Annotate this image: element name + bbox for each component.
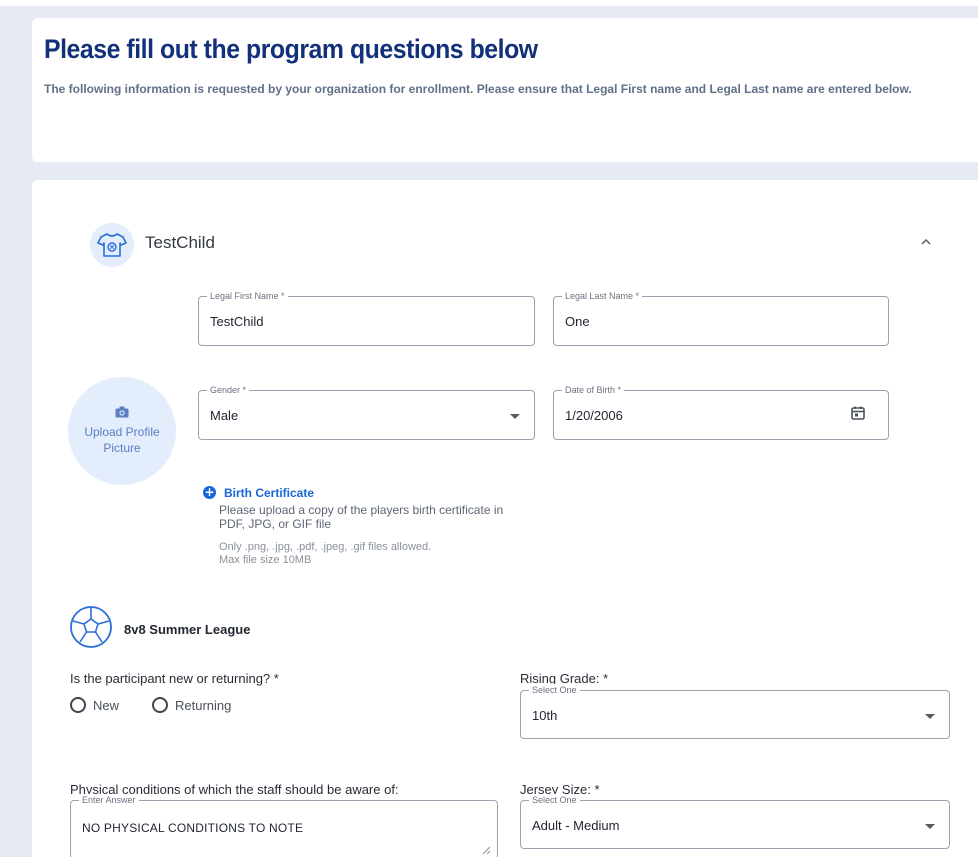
- legal-last-name-field[interactable]: Legal Last Name * One: [553, 290, 889, 346]
- child-name: TestChild: [145, 233, 215, 252]
- radio-returning-label: Returning: [175, 697, 232, 713]
- allowed-file-types: Only .png, .jpg, .pdf, .jpeg, .gif files…: [219, 541, 432, 553]
- calendar-icon[interactable]: [850, 405, 866, 421]
- legal-first-name-label: Legal First Name *: [207, 290, 288, 302]
- gender-label: Gender *: [207, 384, 250, 396]
- rising-grade-sublabel: Select One: [529, 684, 580, 696]
- jersey-size-sublabel: Select One: [529, 794, 580, 806]
- upload-profile-picture-button[interactable]: Upload Profile Picture: [68, 377, 176, 485]
- legal-first-name-value: TestChild: [210, 314, 264, 329]
- required-mark: *: [603, 671, 609, 686]
- physical-conditions-value: NO PHYSICAL CONDITIONS TO NOTE: [82, 821, 304, 835]
- chevron-up-icon[interactable]: [918, 234, 934, 250]
- rising-grade-select[interactable]: Select One 10th: [520, 684, 950, 739]
- add-birth-certificate-icon[interactable]: +: [203, 486, 216, 499]
- new-returning-label: Is the participant new or returning?: [70, 671, 271, 686]
- dropdown-arrow-icon: [925, 714, 935, 719]
- dropdown-arrow-icon: [510, 414, 520, 419]
- gender-select[interactable]: Gender * Male: [198, 384, 535, 440]
- radio-returning[interactable]: Returning: [152, 697, 231, 713]
- top-strip: [0, 0, 978, 6]
- required-mark: *: [273, 671, 279, 686]
- date-of-birth-field[interactable]: Date of Birth * 1/20/2006: [553, 384, 889, 440]
- jersey-size-value: Adult - Medium: [532, 818, 620, 833]
- gender-value: Male: [210, 408, 239, 423]
- soccer-ball-icon: [70, 606, 112, 648]
- page-description: The following information is requested b…: [44, 82, 912, 96]
- page-title: Please fill out the program questions be…: [44, 34, 538, 64]
- birth-certificate-description: Please upload a copy of the players birt…: [219, 503, 504, 531]
- required-mark: *: [594, 782, 600, 797]
- physical-conditions-sublabel: Enter Answer: [79, 794, 139, 806]
- radio-returning-circle[interactable]: [152, 697, 168, 713]
- program-title: 8v8 Summer League: [124, 622, 251, 637]
- jersey-size-select[interactable]: Select One Adult - Medium: [520, 794, 950, 849]
- birth-certificate-link[interactable]: Birth Certificate: [224, 486, 314, 500]
- legal-last-name-label: Legal Last Name *: [562, 290, 643, 302]
- camera-icon: [115, 406, 129, 418]
- dropdown-arrow-icon: [925, 824, 935, 829]
- birth-certificate-file-note: Only .png, .jpg, .pdf, .jpeg, .gif files…: [219, 541, 519, 567]
- physical-conditions-textarea[interactable]: Enter Answer NO PHYSICAL CONDITIONS TO N…: [70, 794, 498, 857]
- legal-first-name-field[interactable]: Legal First Name * TestChild: [198, 290, 535, 346]
- child-avatar: [90, 223, 134, 267]
- max-file-size: Max file size 10MB: [219, 554, 312, 566]
- radio-new-circle[interactable]: [70, 697, 86, 713]
- radio-new-label: New: [93, 697, 120, 713]
- radio-new[interactable]: New: [70, 697, 119, 713]
- upload-profile-picture-label: Upload Profile Picture: [84, 425, 160, 455]
- new-returning-question: Is the participant new or returning? *: [70, 671, 279, 686]
- date-of-birth-value: 1/20/2006: [565, 408, 623, 423]
- resize-handle-icon[interactable]: [482, 846, 491, 855]
- date-of-birth-label: Date of Birth *: [562, 384, 625, 396]
- legal-last-name-value: One: [565, 314, 590, 329]
- rising-grade-value: 10th: [532, 708, 558, 723]
- jersey-icon: [97, 233, 127, 257]
